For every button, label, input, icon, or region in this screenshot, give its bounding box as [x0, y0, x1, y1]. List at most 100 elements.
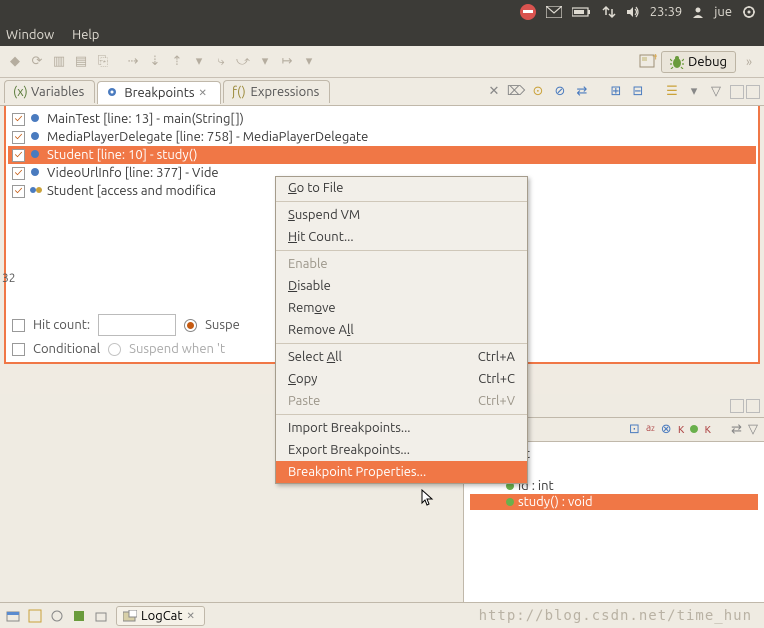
conditional-label: Conditional	[33, 342, 100, 356]
view-icon[interactable]	[28, 609, 42, 623]
tab-variables[interactable]: (x)= Variables	[4, 80, 95, 103]
tool-icon[interactable]: ⎘	[94, 53, 112, 71]
filter-icon[interactable]: κ	[704, 422, 711, 437]
tool-icon[interactable]: ⟳	[28, 53, 46, 71]
volume-icon[interactable]	[626, 5, 640, 19]
mi-export-breakpoints[interactable]: Export Breakpoints...	[276, 439, 527, 461]
debug-perspective-button[interactable]: Debug	[661, 51, 736, 73]
step-icon[interactable]: ⤻	[234, 53, 252, 71]
menu-icon[interactable]: ▽	[748, 422, 758, 437]
checkbox-conditional[interactable]	[12, 343, 25, 356]
system-top-bar: 23:39 jue	[0, 0, 764, 24]
radio-suspend-when[interactable]	[108, 343, 121, 356]
bug-icon	[670, 55, 684, 69]
tool-icon[interactable]: ▤	[72, 53, 90, 71]
breakpoint-row[interactable]: MainTest [line: 13] - main(String[])	[8, 110, 756, 128]
menu-window[interactable]: Window	[6, 28, 54, 42]
hide-icon[interactable]: ⊗	[661, 422, 672, 437]
checkbox[interactable]	[12, 167, 25, 180]
link-icon[interactable]: ⇄	[731, 422, 742, 437]
remove-all-icon[interactable]: ⌦	[508, 84, 524, 100]
suspend-label: Suspe	[205, 318, 240, 332]
step-icon[interactable]: ↦	[278, 53, 296, 71]
skip-icon[interactable]: ⊘	[552, 84, 568, 100]
tab-breakpoints[interactable]: Breakpoints ✕	[97, 81, 221, 104]
views-tab-bar: (x)= Variables Breakpoints ✕ ƒ() Express…	[0, 78, 764, 106]
close-icon[interactable]: ✕	[198, 87, 210, 99]
checkbox[interactable]	[12, 185, 25, 198]
view-icon[interactable]	[6, 609, 20, 623]
user-icon[interactable]	[692, 6, 704, 18]
chevron-down-icon[interactable]: ▾	[686, 84, 702, 100]
step-icon[interactable]: ⇣	[146, 53, 164, 71]
overflow-icon[interactable]: »	[740, 53, 758, 71]
method-label: study() : void	[518, 495, 593, 509]
az-icon[interactable]: az	[646, 422, 655, 437]
view-icon[interactable]	[72, 609, 86, 623]
menu-help[interactable]: Help	[72, 28, 99, 42]
close-icon[interactable]: ✕	[186, 610, 198, 622]
tree-icon[interactable]: ☰	[664, 84, 680, 100]
breakpoint-label: Student [access and modifica	[47, 184, 216, 198]
perspective-icon[interactable]: +	[639, 53, 657, 71]
mi-remove-all[interactable]: Remove All	[276, 319, 527, 341]
chevron-down-icon[interactable]: ▾	[256, 53, 274, 71]
svg-text:(x)=: (x)=	[13, 85, 27, 99]
mi-remove[interactable]: Remove	[276, 297, 527, 319]
mi-select-all[interactable]: Select AllCtrl+A	[276, 346, 527, 368]
breakpoint-icon	[29, 130, 43, 144]
mail-icon[interactable]	[546, 6, 562, 18]
checkbox[interactable]	[12, 149, 25, 162]
method-icon	[506, 498, 514, 506]
clock-text[interactable]: 23:39	[650, 5, 683, 19]
checkbox[interactable]	[12, 113, 25, 126]
mi-go-to-file[interactable]: Go to File	[276, 177, 527, 199]
chevron-down-icon[interactable]: ▾	[300, 53, 318, 71]
radio-suspend[interactable]	[184, 319, 197, 332]
mi-disable[interactable]: Disable	[276, 275, 527, 297]
sort-icon[interactable]: ⊡	[629, 422, 640, 437]
link-icon[interactable]: ⇄	[574, 84, 590, 100]
breakpoint-row-selected[interactable]: Student [line: 10] - study()	[8, 146, 756, 164]
mi-hit-count[interactable]: Hit Count...	[276, 226, 527, 248]
minimize-icons[interactable]	[730, 85, 760, 99]
network-icon[interactable]	[602, 5, 616, 19]
no-entry-icon[interactable]	[520, 4, 536, 20]
step-icon[interactable]: ⇢	[124, 53, 142, 71]
tab-expressions[interactable]: ƒ() Expressions	[223, 80, 330, 103]
context-menu: Go to File Suspend VM Hit Count... Enabl…	[275, 176, 528, 484]
hit-count-label: Hit count:	[33, 318, 90, 332]
breakpoint-icon	[29, 148, 43, 162]
hit-count-input[interactable]	[98, 314, 176, 336]
view-icon[interactable]	[94, 609, 108, 623]
chevron-down-icon[interactable]: ▾	[190, 53, 208, 71]
minimize-icons[interactable]	[730, 399, 760, 413]
main-toolbar: ◆ ⟳ ▥ ▤ ⎘ ⇢ ⇣ ⇡ ▾ ⤷ ⤻ ▾ ↦ ▾ + Debug »	[0, 46, 764, 78]
user-name[interactable]: jue	[714, 5, 732, 19]
battery-icon[interactable]	[572, 7, 592, 17]
view-icon[interactable]	[50, 609, 64, 623]
svg-text:ƒ(): ƒ()	[232, 85, 246, 99]
breakpoint-row[interactable]: MediaPlayerDelegate [line: 758] - MediaP…	[8, 128, 756, 146]
ruler-number: 32	[0, 270, 18, 287]
expand-all-icon[interactable]: ⊞	[608, 84, 624, 100]
collapse-all-icon[interactable]: ⊟	[630, 84, 646, 100]
tool-icon[interactable]: ▥	[50, 53, 68, 71]
mi-copy[interactable]: CopyCtrl+C	[276, 368, 527, 390]
tree-row-selected[interactable]: study() : void	[470, 494, 758, 510]
mi-breakpoint-properties[interactable]: Breakpoint Properties...	[276, 461, 527, 483]
step-icon[interactable]: ⇡	[168, 53, 186, 71]
dot-icon[interactable]	[690, 422, 698, 437]
mi-import-breakpoints[interactable]: Import Breakpoints...	[276, 417, 527, 439]
checkbox[interactable]	[12, 131, 25, 144]
menu-icon[interactable]: ▽	[708, 84, 724, 100]
power-icon[interactable]	[742, 5, 756, 19]
mi-suspend-vm[interactable]: Suspend VM	[276, 204, 527, 226]
filter-icon[interactable]: κ	[678, 422, 685, 437]
tool-icon[interactable]: ◆	[6, 53, 24, 71]
step-icon[interactable]: ⤷	[212, 53, 230, 71]
checkbox-hit-count[interactable]	[12, 319, 25, 332]
goto-icon[interactable]: ⊙	[530, 84, 546, 100]
tab-logcat[interactable]: LogCat ✕	[116, 606, 205, 626]
remove-icon[interactable]: ✕	[486, 84, 502, 100]
